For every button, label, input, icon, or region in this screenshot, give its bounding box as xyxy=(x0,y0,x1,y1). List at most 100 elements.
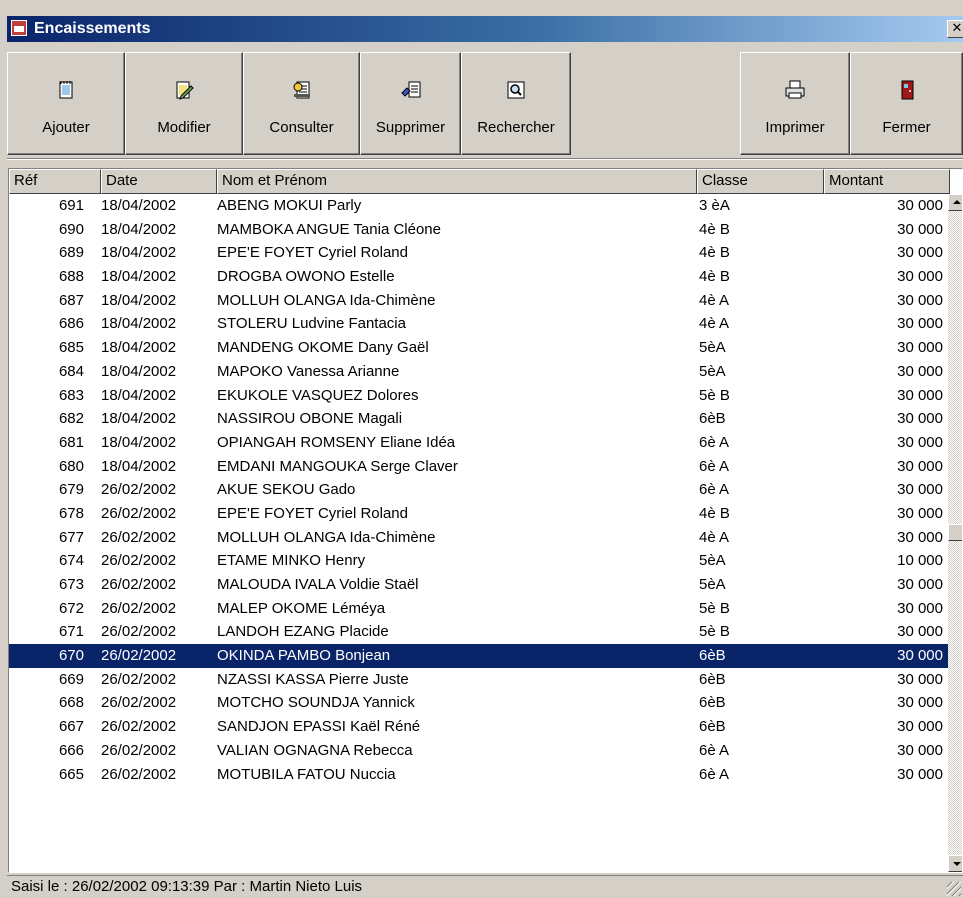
magnifier-icon xyxy=(507,81,525,99)
delete-document-icon xyxy=(400,81,420,98)
cell-name: ABENG MOKUI Parly xyxy=(217,197,362,214)
table-row[interactable]: 680 18/04/2002 EMDANI MANGOUKA Serge Clave… xyxy=(9,455,948,479)
cell-name: AKUE SEKOU Gado xyxy=(217,481,356,499)
table-row[interactable]: 689 18/04/2002 EPE'E FOYET Cyriel Roland 4è… xyxy=(9,241,948,265)
cell-class: 6è A xyxy=(699,741,730,759)
table-row[interactable]: 684 18/04/2002 MAPOKO Vanessa Arianne 5èA 30… xyxy=(9,360,948,384)
table-row[interactable]: 670 26/02/2002 OKINDA PAMBO Bonjean 6èB 30 0… xyxy=(9,644,948,668)
cell-class: 6èB xyxy=(699,670,726,688)
window-title: Encaissements xyxy=(34,20,151,37)
scroll-up-button[interactable] xyxy=(948,194,962,211)
table-row[interactable]: 679 26/02/2002 AKUE SEKOU Gado 6è A 30 000 xyxy=(9,478,948,502)
table-row[interactable]: 683 18/04/2002 EKUKOLE VASQUEZ Dolores 5è B… xyxy=(9,384,948,408)
cell-name: MOLLUH OLANGA Ida-Chimène xyxy=(217,291,436,309)
delete-button[interactable]: Supprimer xyxy=(360,52,461,155)
consult-button[interactable]: Consulter xyxy=(243,52,360,155)
status-text: Saisi le : 26/02/2002 09:13:39 Par : Mar… xyxy=(11,878,363,895)
cell-amount: 30 000 xyxy=(897,268,943,286)
search-button[interactable]: Rechercher xyxy=(461,52,571,155)
table-row[interactable]: 669 26/02/2002 NZASSI KASSA Pierre Juste 6è… xyxy=(9,668,948,692)
table-row[interactable]: 686 18/04/2002 STOLERU Ludvine Fantacia 4è … xyxy=(9,312,948,336)
cell-date: 26/02/2002 xyxy=(101,647,177,665)
table-row[interactable]: 677 26/02/2002 MOLLUH OLANGA Ida-Chimène 4è… xyxy=(9,526,948,550)
column-header-name[interactable]: Nom et Prénom xyxy=(217,169,697,194)
encaissements-window: Encaissements ✕ Ajouter Modifier Consult… xyxy=(0,0,963,898)
cell-date: 18/04/2002 xyxy=(101,339,177,357)
table-row[interactable]: 678 26/02/2002 EPE'E FOYET Cyriel Roland 4è… xyxy=(9,502,948,526)
grid-rows: 691 18/04/2002 ABENG MOKUI Parly 3 èA 30 000… xyxy=(9,194,948,786)
cell-name: MAPOKO Vanessa Arianne xyxy=(217,362,400,380)
table-row[interactable]: 673 26/02/2002 MALOUDA IVALA Voldie Staël 5… xyxy=(9,573,948,597)
cell-name: MALOUDA IVALA Voldie Staël xyxy=(217,576,419,593)
column-header-date[interactable]: Date xyxy=(101,169,217,194)
cell-date: 26/02/2002 xyxy=(101,670,177,688)
cell-date: 26/02/2002 xyxy=(101,599,177,617)
cell-class: 6è A xyxy=(699,765,730,783)
table-row[interactable]: 685 18/04/2002 MANDENG OKOME Dany Gaël 5èA 3… xyxy=(9,336,948,360)
cell-date: 18/04/2002 xyxy=(101,291,177,309)
cell-date: 18/04/2002 xyxy=(101,386,177,404)
payments-grid[interactable]: Réf Date Nom et Prénom Classe Montant 69… xyxy=(8,168,963,873)
cell-amount: 10 000 xyxy=(897,552,943,570)
title-bar[interactable]: Encaissements ✕ xyxy=(7,16,963,42)
modify-button[interactable]: Modifier xyxy=(125,52,243,155)
cell-date: 18/04/2002 xyxy=(101,433,177,451)
cell-class: 4è A xyxy=(699,315,730,333)
toolbar-separator xyxy=(7,158,963,160)
table-row[interactable]: 682 18/04/2002 NASSIROU OBONE Magali 6èB 30 … xyxy=(9,407,948,431)
table-row[interactable]: 665 26/02/2002 MOTUBILA FATOU Nuccia 6è A 30… xyxy=(9,763,948,787)
table-row[interactable]: 672 26/02/2002 MALEP OKOME Léméya 5è B 30 00… xyxy=(9,597,948,621)
cell-amount: 30 000 xyxy=(897,741,943,759)
cell-ref: 669 xyxy=(58,670,84,688)
vertical-scrollbar[interactable] xyxy=(948,194,962,872)
scroll-down-button[interactable] xyxy=(948,855,962,872)
cell-name: ETAME MINKO Henry xyxy=(217,552,366,570)
print-button[interactable]: Imprimer xyxy=(740,52,850,155)
column-header-class[interactable]: Classe xyxy=(697,169,824,194)
cell-ref: 679 xyxy=(58,481,84,499)
cell-amount: 30 000 xyxy=(897,386,943,404)
table-row[interactable]: 690 18/04/2002 MAMBOKA ANGUE Tania Cléone 4… xyxy=(9,218,948,242)
cell-amount: 30 000 xyxy=(897,647,943,665)
cell-date: 26/02/2002 xyxy=(101,623,177,641)
cell-ref: 687 xyxy=(58,291,84,309)
table-row[interactable]: 681 18/04/2002 OPIANGAH ROMSENY Eliane Idé… xyxy=(9,431,948,455)
close-window-button[interactable]: ✕ xyxy=(947,20,963,38)
cell-class: 6èB xyxy=(699,718,726,736)
cell-class: 5è B xyxy=(699,623,730,641)
cell-date: 26/02/2002 xyxy=(101,528,177,546)
cell-amount: 30 000 xyxy=(897,410,943,428)
cell-ref: 667 xyxy=(58,718,84,736)
table-row[interactable]: 691 18/04/2002 ABENG MOKUI Parly 3 èA 30 000 xyxy=(9,194,948,218)
column-header-ref[interactable]: Réf xyxy=(9,169,101,194)
cell-name: MANDENG OKOME Dany Gaël xyxy=(217,339,429,357)
add-button[interactable]: Ajouter xyxy=(7,52,125,155)
table-row[interactable]: 688 18/04/2002 DROGBA OWONO Estelle 4è B 30 … xyxy=(9,265,948,289)
cell-ref: 673 xyxy=(58,576,84,593)
table-row[interactable]: 687 18/04/2002 MOLLUH OLANGA Ida-Chimène 4è… xyxy=(9,289,948,313)
table-row[interactable]: 674 26/02/2002 ETAME MINKO Henry 5èA 10 000 xyxy=(9,549,948,573)
table-row[interactable]: 666 26/02/2002 VALIAN OGNAGNA Rebecca 6è A 3… xyxy=(9,739,948,763)
scroll-thumb[interactable] xyxy=(948,524,962,541)
cell-date: 26/02/2002 xyxy=(101,718,177,736)
cell-date: 18/04/2002 xyxy=(101,315,177,333)
cell-name: EPE'E FOYET Cyriel Roland xyxy=(217,504,408,522)
cell-date: 18/04/2002 xyxy=(101,268,177,286)
cell-ref: 685 xyxy=(58,339,84,357)
column-header-amount[interactable]: Montant xyxy=(824,169,950,194)
cell-ref: 680 xyxy=(58,457,84,475)
resize-grip[interactable] xyxy=(947,882,961,896)
print-button-label: Imprimer xyxy=(765,119,825,136)
cell-date: 18/04/2002 xyxy=(101,220,177,238)
cell-amount: 30 000 xyxy=(897,765,943,783)
cell-date: 26/02/2002 xyxy=(101,481,177,499)
table-row[interactable]: 667 26/02/2002 SANDJON EPASSI Kaël Réné 6èB… xyxy=(9,715,948,739)
cell-ref: 689 xyxy=(58,244,84,262)
table-row[interactable]: 671 26/02/2002 LANDOH EZANG Placide 5è B 30 … xyxy=(9,620,948,644)
cell-name: OPIANGAH ROMSENY Eliane Idéa xyxy=(217,433,456,451)
close-button[interactable]: Fermer xyxy=(850,52,963,155)
cell-date: 18/04/2002 xyxy=(101,197,177,214)
cell-amount: 30 000 xyxy=(897,362,943,380)
cell-class: 6è A xyxy=(699,433,730,451)
table-row[interactable]: 668 26/02/2002 MOTCHO SOUNDJA Yannick 6èB 30… xyxy=(9,691,948,715)
